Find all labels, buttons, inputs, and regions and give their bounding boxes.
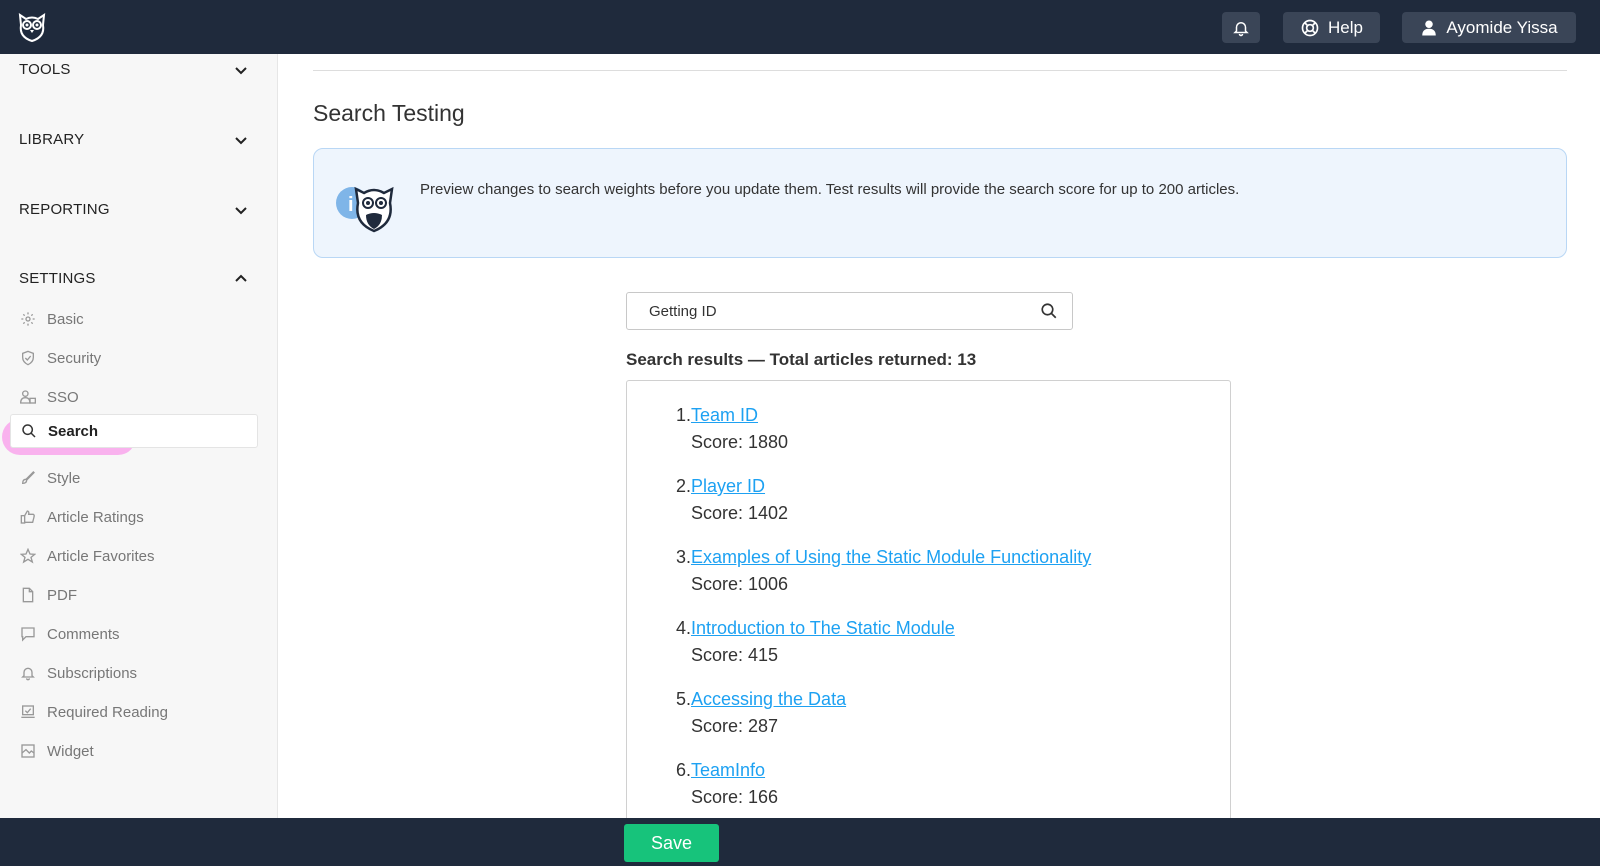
sidebar-item-required-reading[interactable]: Required Reading: [19, 700, 259, 724]
search-icon: [20, 422, 38, 440]
sidebar-item-sso[interactable]: SSO: [19, 385, 259, 409]
sidebar-item-article-ratings[interactable]: Article Ratings: [19, 505, 259, 529]
help-button[interactable]: Help: [1283, 12, 1380, 43]
sidebar-item-label: Search: [48, 422, 99, 440]
pdf-file-icon: [19, 586, 37, 604]
result-score: Score: 415: [691, 645, 779, 665]
result-number: 4.: [675, 618, 691, 638]
help-label: Help: [1328, 17, 1363, 37]
sidebar-section-tools[interactable]: TOOLS: [19, 61, 249, 78]
bell-icon: [1232, 19, 1250, 37]
bell-icon: [19, 664, 37, 682]
sidebar-item-label: Subscriptions: [47, 664, 138, 682]
owl-info-icon: i: [334, 175, 400, 237]
chevron-down-icon: [233, 62, 249, 78]
result-score: Score: 1402: [691, 503, 789, 523]
chevron-up-icon: [233, 271, 249, 287]
result-link[interactable]: Introduction to The Static Module: [691, 618, 955, 639]
sidebar-item-security[interactable]: Security: [19, 346, 259, 370]
result-link[interactable]: TeamInfo: [691, 760, 765, 781]
laptop-check-icon: [19, 703, 37, 721]
sidebar-item-label: Required Reading: [47, 703, 168, 721]
star-icon: [19, 547, 37, 565]
sidebar-item-widget[interactable]: Widget: [19, 739, 259, 763]
search-input[interactable]: [627, 293, 1027, 329]
sidebar-item-pdf[interactable]: PDF: [19, 583, 259, 607]
svg-text:i: i: [348, 194, 354, 216]
sidebar-item-search[interactable]: Search: [10, 414, 258, 448]
sidebar-item-label: Widget: [47, 742, 94, 760]
sidebar-item-style[interactable]: Style: [19, 466, 259, 490]
result-link[interactable]: Player ID: [691, 476, 765, 497]
brush-icon: [19, 469, 37, 487]
comment-icon: [19, 625, 37, 643]
owl-logo-icon[interactable]: [14, 9, 50, 45]
section-label: REPORTING: [19, 201, 110, 218]
sidebar-section-reporting[interactable]: REPORTING: [19, 201, 249, 218]
widget-icon: [19, 742, 37, 760]
thumbs-up-icon: [19, 508, 37, 526]
gear-icon: [19, 310, 37, 328]
sidebar: TOOLS LIBRARY REPORTING SETTINGS Basic S…: [0, 54, 278, 818]
sidebar-section-settings[interactable]: SETTINGS: [19, 270, 249, 287]
result-number: 1.: [675, 405, 691, 425]
result-score: Score: 1006: [691, 574, 789, 594]
sidebar-item-article-favorites[interactable]: Article Favorites: [19, 544, 259, 568]
sidebar-item-subscriptions[interactable]: Subscriptions: [19, 661, 259, 685]
chevron-down-icon: [233, 202, 249, 218]
result-score: Score: 1880: [691, 432, 789, 452]
top-bar: Help Ayomide Yissa: [0, 0, 1600, 54]
chevron-down-icon: [233, 132, 249, 148]
result-link[interactable]: Accessing the Data: [691, 689, 846, 710]
section-label: TOOLS: [19, 61, 71, 78]
result-number: 5.: [675, 689, 691, 709]
footer-bar: Save: [0, 818, 1600, 866]
results-list: 1. Team ID Score: 1880 2. Player ID Scor…: [626, 380, 1231, 830]
page-title: Search Testing: [313, 100, 465, 126]
sidebar-item-label: Comments: [47, 625, 120, 643]
search-field[interactable]: [626, 292, 1073, 330]
section-label: SETTINGS: [19, 270, 96, 287]
sidebar-item-comments[interactable]: Comments: [19, 622, 259, 646]
info-text: Preview changes to search weights before…: [420, 181, 1240, 198]
result-score: Score: 287: [691, 716, 779, 736]
main-content: Search Testing i Preview changes to sear…: [279, 54, 1600, 830]
sidebar-item-basic[interactable]: Basic: [19, 307, 259, 331]
divider: [313, 70, 1567, 71]
notifications-button[interactable]: [1222, 12, 1260, 43]
users-icon: [19, 388, 37, 406]
save-button[interactable]: Save: [624, 824, 719, 862]
sidebar-item-label: Style: [47, 469, 81, 487]
search-icon[interactable]: [1040, 302, 1058, 325]
user-menu-button[interactable]: Ayomide Yissa: [1402, 12, 1576, 43]
user-name: Ayomide Yissa: [1446, 17, 1558, 37]
result-score: Score: 166: [691, 787, 779, 807]
sidebar-item-label: Basic: [47, 310, 84, 328]
lifebuoy-icon: [1300, 18, 1320, 38]
result-number: 2.: [675, 476, 691, 496]
shield-icon: [19, 349, 37, 367]
sidebar-section-library[interactable]: LIBRARY: [19, 131, 249, 148]
sidebar-item-label: Article Ratings: [47, 508, 144, 526]
section-label: LIBRARY: [19, 131, 85, 148]
result-number: 6.: [675, 760, 691, 780]
results-heading: Search results — Total articles returned…: [626, 350, 977, 369]
sidebar-item-label: Article Favorites: [47, 547, 155, 565]
sidebar-item-label: Security: [47, 349, 102, 367]
result-link[interactable]: Examples of Using the Static Module Func…: [691, 547, 1091, 568]
result-link[interactable]: Team ID: [691, 405, 758, 426]
sidebar-item-label: SSO: [47, 388, 79, 406]
result-number: 3.: [675, 547, 691, 567]
user-icon: [1420, 19, 1438, 37]
sidebar-item-label: PDF: [47, 586, 77, 604]
info-banner: i Preview changes to search weights befo…: [313, 148, 1567, 258]
